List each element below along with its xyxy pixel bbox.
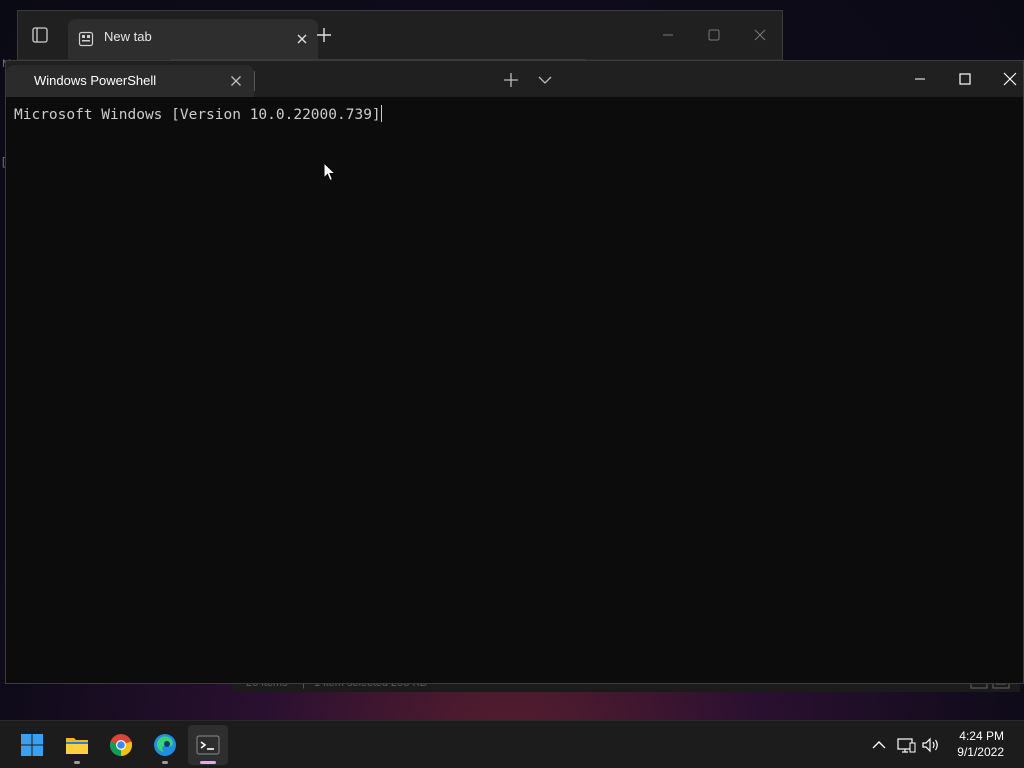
minimize-icon[interactable] xyxy=(910,69,930,89)
mouse-pointer-icon xyxy=(323,161,337,182)
terminal-title-bar[interactable]: Windows PowerShell xyxy=(6,61,1023,97)
start-icon xyxy=(21,734,43,756)
taskbar-terminal[interactable] xyxy=(188,725,228,765)
tab-actions-icon[interactable] xyxy=(30,25,50,45)
clock-date: 9/1/2022 xyxy=(957,745,1004,759)
terminal-output[interactable]: Microsoft Windows [Version 10.0.22000.73… xyxy=(14,105,1015,675)
volume-icon[interactable] xyxy=(921,735,941,755)
maximize-icon[interactable] xyxy=(704,25,724,45)
new-tab-page-icon xyxy=(78,31,94,47)
terminal-output-line: Microsoft Windows [Version 10.0.22000.73… xyxy=(14,107,381,123)
terminal-tab-powershell[interactable]: Windows PowerShell xyxy=(6,65,254,97)
taskbar: 4:24 PM 9/1/2022 xyxy=(0,720,1024,768)
tab-separator xyxy=(254,71,255,91)
taskbar-edge[interactable] xyxy=(145,725,185,765)
system-clock[interactable]: 4:24 PM 9/1/2022 xyxy=(957,728,1004,760)
browser-tab-bar: New tab xyxy=(18,11,782,59)
new-tab-icon[interactable] xyxy=(314,25,334,45)
terminal-icon xyxy=(196,735,220,755)
chevron-up-icon[interactable] xyxy=(869,735,889,755)
text-cursor xyxy=(380,105,382,122)
close-tab-icon[interactable] xyxy=(292,29,312,49)
browser-tab-new-tab[interactable]: New tab xyxy=(68,19,318,59)
start-button[interactable] xyxy=(12,725,52,765)
new-tab-icon[interactable] xyxy=(502,71,520,89)
network-icon[interactable] xyxy=(896,735,916,755)
browser-tab-title: New tab xyxy=(104,29,152,44)
running-indicator xyxy=(74,761,80,764)
close-tab-icon[interactable] xyxy=(228,73,244,89)
running-indicator xyxy=(162,761,168,764)
taskbar-chrome[interactable] xyxy=(101,725,141,765)
terminal-tab-title: Windows PowerShell xyxy=(34,73,157,88)
file-explorer-icon xyxy=(66,738,88,754)
close-icon[interactable] xyxy=(750,25,770,45)
clock-time: 4:24 PM xyxy=(959,729,1004,743)
active-indicator xyxy=(200,761,216,764)
maximize-icon[interactable] xyxy=(955,69,975,89)
edge-icon xyxy=(154,734,176,756)
taskbar-file-explorer[interactable] xyxy=(57,725,97,765)
minimize-icon[interactable] xyxy=(658,25,678,45)
chevron-down-icon[interactable] xyxy=(536,71,554,89)
terminal-window[interactable]: Windows PowerShell Microsoft Windows [Ve… xyxy=(5,60,1024,684)
close-icon[interactable] xyxy=(1000,69,1020,89)
chrome-icon xyxy=(109,734,133,757)
